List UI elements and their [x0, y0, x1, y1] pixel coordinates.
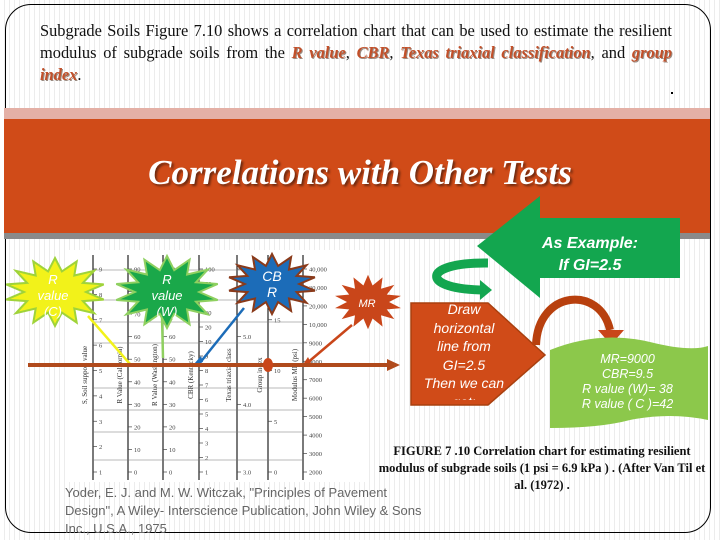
- example-callout-text: As Example: If GI=2.5: [520, 233, 660, 277]
- star-label-r-value-w: R value (W): [142, 272, 192, 320]
- star-line: R: [48, 272, 58, 287]
- draw-line: line from: [437, 338, 491, 354]
- draw-line: horizontal: [433, 319, 495, 336]
- scale-tick-label: 0: [274, 470, 277, 477]
- scale-tick-label: 60: [169, 334, 176, 341]
- example-line-arrowhead: [387, 359, 400, 371]
- scale-tick-label: 5.0: [243, 334, 251, 341]
- draw-callout-text: Draw horizontal line from GI=2.5 Then we…: [407, 300, 521, 400]
- scale-tick-label: 20: [169, 424, 176, 431]
- scale-tick-label: 7000: [309, 377, 322, 384]
- scale-tick-label: 1: [99, 470, 102, 477]
- scale-tick-label: 6000: [309, 396, 322, 403]
- scale-tick-label: 4000: [309, 433, 322, 440]
- scale-tick-label: 10: [274, 368, 281, 375]
- scale-tick-label: 4.0: [243, 402, 251, 409]
- star-line: (W): [156, 304, 178, 319]
- scale-label: Texas triaxial class: [225, 348, 233, 401]
- example-line: If GI=2.5: [558, 257, 622, 274]
- scale-tick-label: 8: [205, 368, 208, 375]
- scale-tick-label: 5000: [309, 414, 322, 421]
- result-line: R value (W)= 38: [582, 382, 673, 396]
- scale-tick-label: 3000: [309, 451, 322, 458]
- result-line: R value ( C )=42: [581, 397, 674, 411]
- scale-tick-label: 3: [99, 419, 102, 426]
- scale-tick-label: 10,000: [309, 322, 327, 329]
- scale-label: CBR (Kentucky): [187, 351, 195, 399]
- draw-line: GI=2.5: [442, 356, 486, 373]
- result-line: MR=9000: [600, 352, 655, 366]
- scale-tick-label: 30: [169, 402, 176, 409]
- star-label-cbr: CB R: [250, 268, 294, 300]
- scale-tick-label: 20: [205, 325, 212, 332]
- scale-tick-label: 2: [205, 455, 208, 462]
- reference-citation: Yoder, E. J. and M. W. Witczak, "Princip…: [65, 485, 422, 536]
- scale-tick-label: 40,000: [309, 267, 327, 274]
- scale-label: Modulus MR (psi): [291, 348, 299, 401]
- scale-tick-label: 20,000: [309, 303, 327, 310]
- scale-label: S, Soil support value: [81, 346, 89, 404]
- scale-label: Group index: [256, 357, 264, 393]
- scale-tick-label: 2000: [309, 470, 322, 477]
- star-label-mr: MR: [352, 296, 382, 312]
- scale-label: R Value (Washington): [151, 343, 159, 406]
- scale-tick-label: 2: [99, 444, 102, 451]
- draw-line: Draw: [447, 301, 481, 317]
- scale-tick-label: 15: [274, 317, 281, 324]
- scale-tick-label: 5: [99, 368, 102, 375]
- star-line: value: [151, 288, 183, 303]
- scale-tick-label: 60: [134, 334, 141, 341]
- scale-tick-label: 10: [169, 447, 176, 454]
- draw-line: get:: [407, 393, 521, 401]
- scale-tick-label: 40: [134, 379, 141, 386]
- scale-tick-label: 5: [274, 419, 277, 426]
- scale-tick-label: 3.0: [243, 470, 251, 477]
- example-line: As Example:: [541, 235, 639, 252]
- scale-tick-label: 40: [169, 379, 176, 386]
- star-line: R: [162, 272, 172, 287]
- u-turn-arrow-head: [480, 280, 492, 300]
- scale-tick-label: 30: [134, 402, 141, 409]
- draw-line: Then we can: [423, 375, 505, 391]
- star-line: CB: [262, 268, 282, 284]
- scale-tick-label: 3: [205, 441, 208, 448]
- star-label-r-value-c: R value (C): [28, 272, 78, 320]
- scale-tick-label: 10: [205, 339, 212, 346]
- scale-tick-label: 9000: [309, 340, 322, 347]
- scale-tick-label: 20: [134, 424, 141, 431]
- scale-tick-label: 5: [205, 412, 208, 419]
- result-callout-text: MR=9000 CBR=9.5 R value (W)= 38 R value …: [555, 352, 700, 412]
- star-line: R: [266, 284, 278, 300]
- result-line: CBR=9.5: [601, 367, 654, 381]
- scale-tick-label: 0: [169, 470, 172, 477]
- star-line: (C): [43, 304, 63, 319]
- scale-tick-label: 50: [169, 357, 176, 364]
- star-line: MR: [358, 298, 376, 310]
- pointer-r-value-w: [160, 315, 165, 359]
- scale-tick-label: 10: [134, 447, 141, 454]
- scale-tick-label: 1: [205, 470, 208, 477]
- scale-tick-label: 50: [134, 357, 141, 364]
- group-index-marker: [263, 358, 273, 372]
- scale-tick-label: 0: [134, 470, 137, 477]
- star-line: value: [37, 288, 69, 303]
